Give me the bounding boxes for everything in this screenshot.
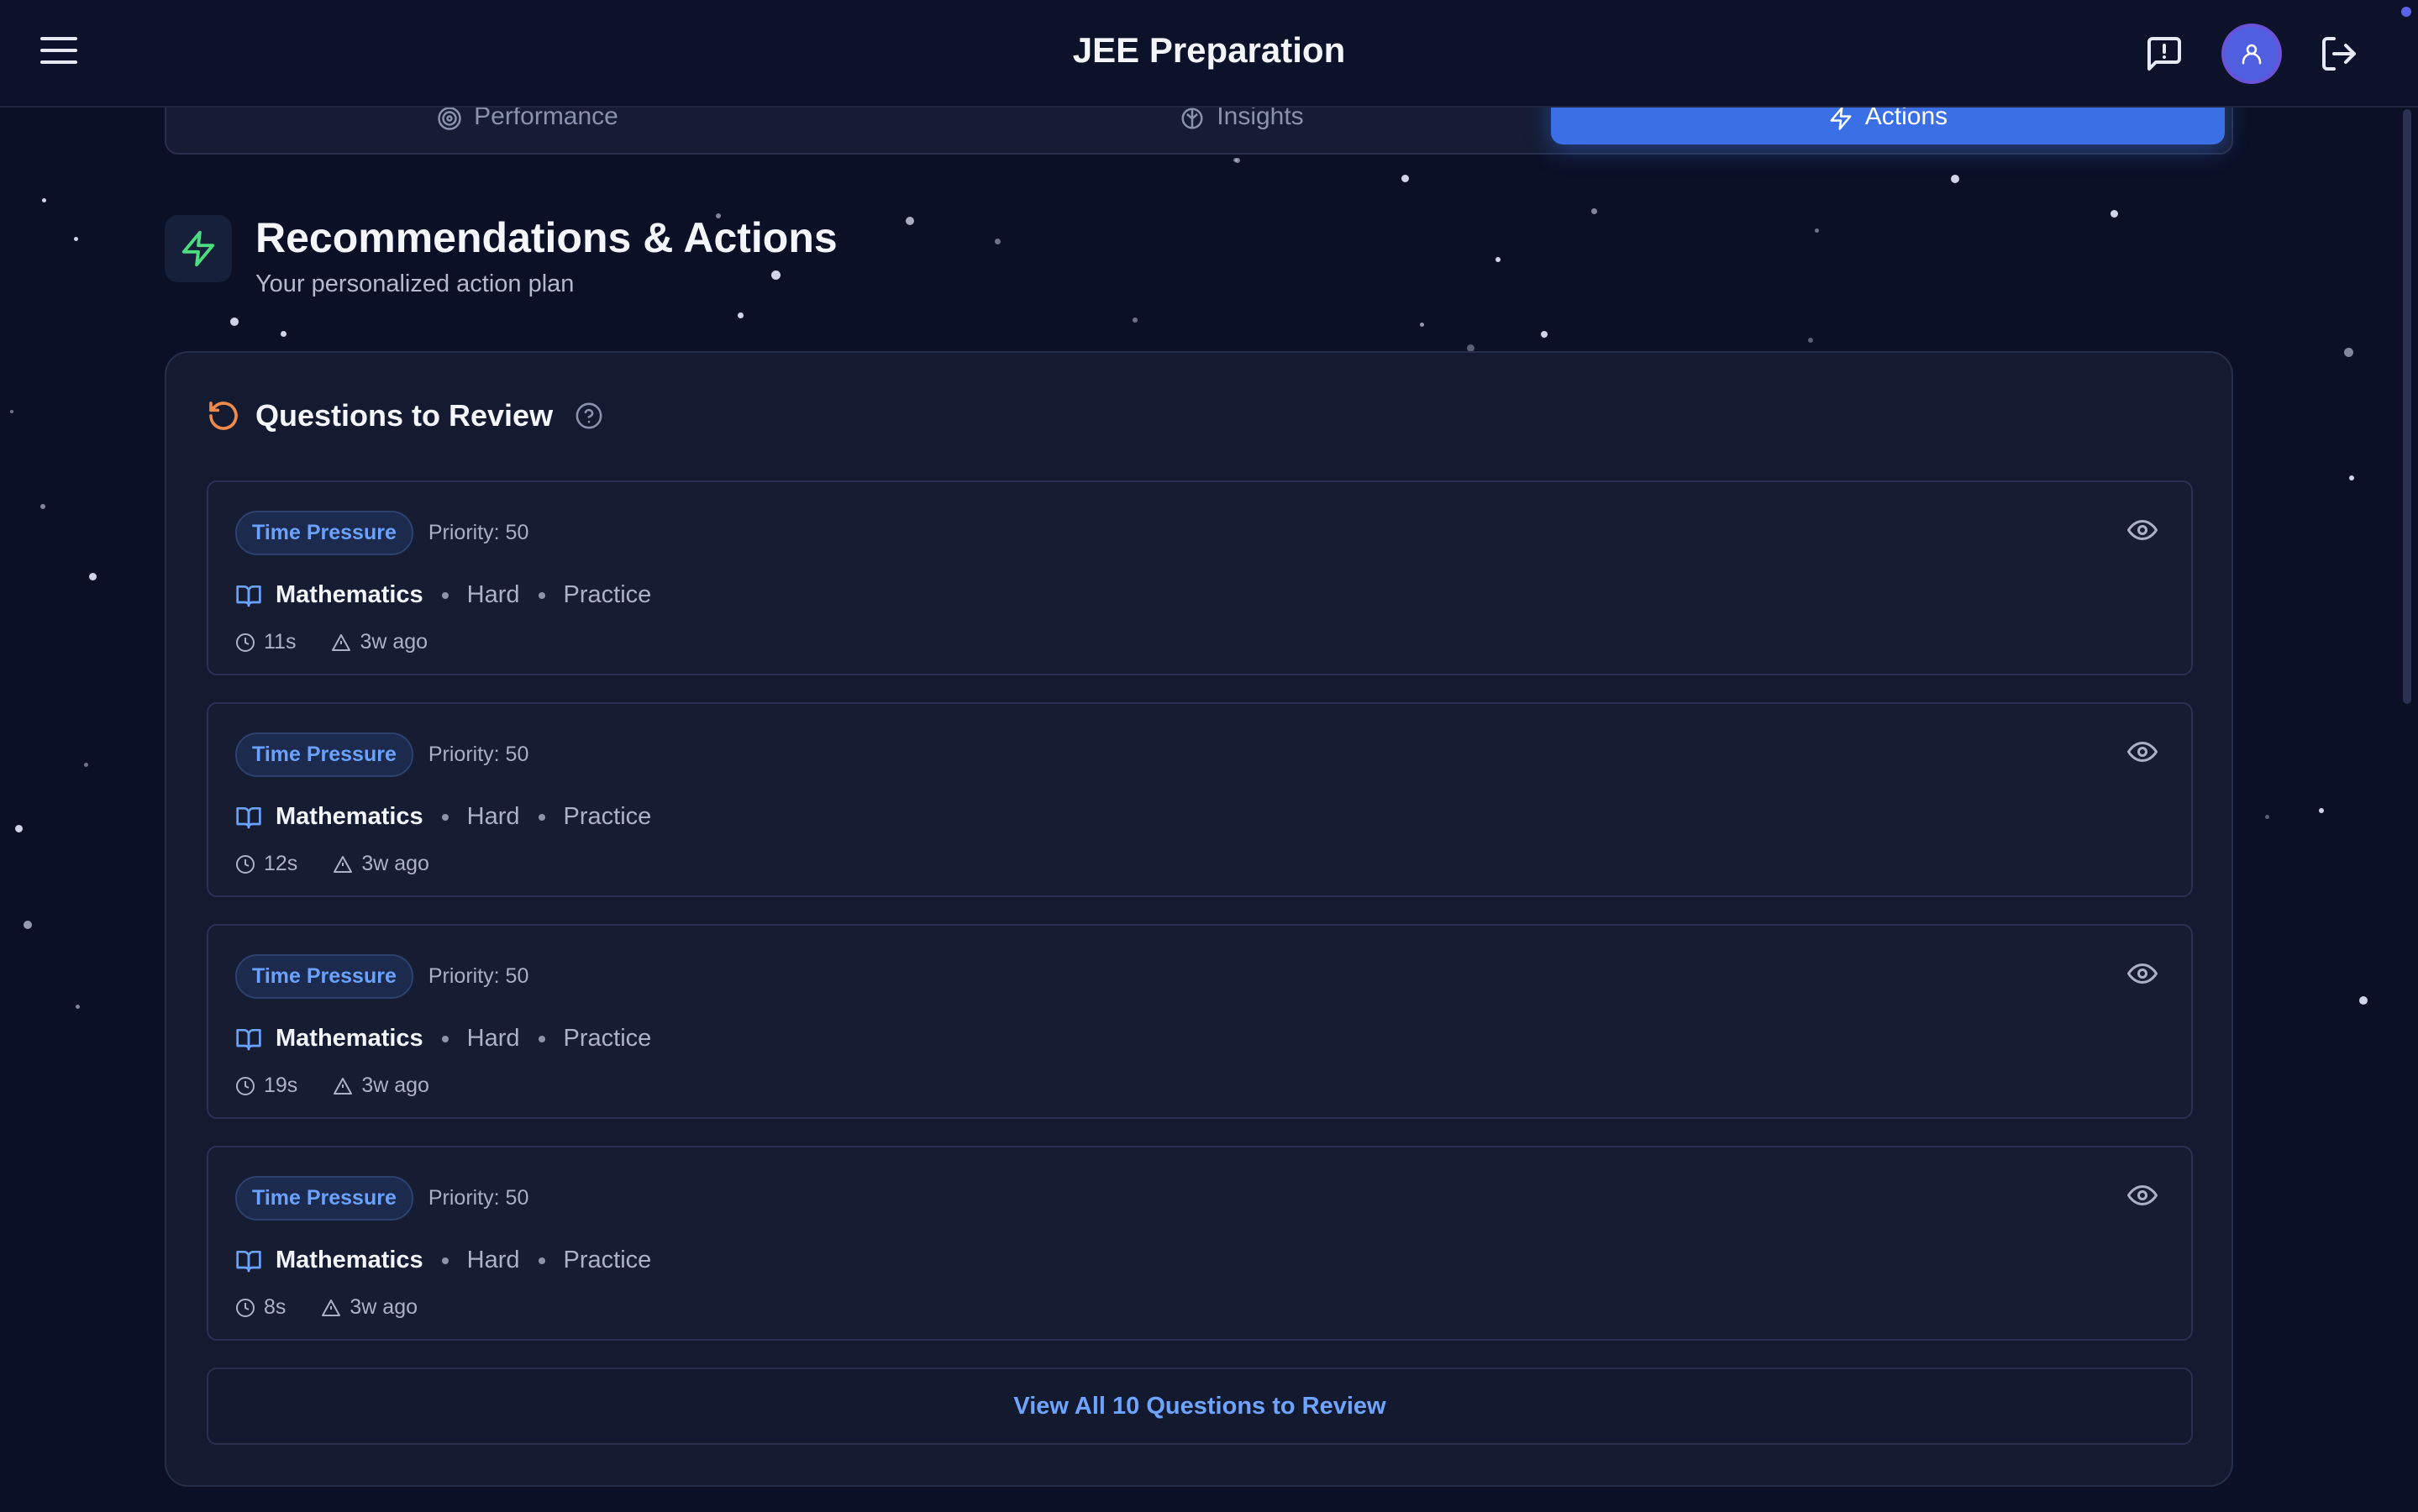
priority-label: Priority: 50 bbox=[428, 521, 529, 544]
separator-dot bbox=[441, 1035, 449, 1042]
time-ago: 3w ago bbox=[360, 630, 428, 654]
mode-label: Practice bbox=[563, 1247, 652, 1273]
difficulty-label: Hard bbox=[466, 1025, 520, 1052]
eye-icon[interactable] bbox=[2127, 739, 2158, 764]
time-spent: 12s bbox=[264, 852, 298, 875]
review-question-card[interactable]: Time Pressure Priority: 50 Mathematics H… bbox=[207, 1146, 2193, 1341]
time-pressure-badge[interactable]: Time Pressure bbox=[235, 511, 413, 555]
avatar[interactable] bbox=[2225, 27, 2279, 81]
mode-label: Practice bbox=[563, 1025, 652, 1052]
book-open-icon bbox=[236, 585, 261, 606]
subject-label: Mathematics bbox=[276, 1025, 423, 1052]
separator-dot bbox=[441, 591, 449, 599]
section-subtitle: Your personalized action plan bbox=[255, 270, 575, 297]
book-open-icon bbox=[236, 806, 261, 828]
alert-triangle-icon bbox=[322, 1299, 341, 1316]
eye-icon[interactable] bbox=[2127, 517, 2158, 543]
separator-dot bbox=[538, 591, 545, 599]
separator-dot bbox=[538, 813, 545, 821]
mode-label: Practice bbox=[563, 803, 652, 830]
target-icon bbox=[438, 107, 461, 130]
alert-triangle-icon bbox=[332, 633, 351, 651]
page-title: JEE Preparation bbox=[1072, 30, 1346, 70]
logout-icon[interactable] bbox=[2319, 34, 2359, 74]
help-circle-icon[interactable] bbox=[575, 402, 603, 430]
difficulty-label: Hard bbox=[466, 803, 520, 830]
eye-icon[interactable] bbox=[2127, 961, 2158, 986]
eye-icon[interactable] bbox=[2127, 1183, 2158, 1208]
app-header: JEE Preparation bbox=[0, 0, 2418, 108]
review-question-card[interactable]: Time Pressure Priority: 50 Mathematics H… bbox=[207, 924, 2193, 1119]
clock-icon bbox=[236, 1076, 255, 1095]
subject-label: Mathematics bbox=[276, 803, 423, 830]
separator-dot bbox=[441, 813, 449, 821]
time-spent: 11s bbox=[264, 630, 297, 654]
mode-label: Practice bbox=[563, 581, 652, 608]
separator-dot bbox=[538, 1035, 545, 1042]
section-heading: Recommendations & Actions Your personali… bbox=[165, 215, 838, 298]
message-alert-icon[interactable] bbox=[2144, 34, 2184, 74]
time-ago: 3w ago bbox=[361, 852, 429, 875]
questions-to-review-panel: Questions to Review Time Pressure Priori… bbox=[165, 351, 2233, 1487]
scrollbar-thumb[interactable] bbox=[2403, 109, 2411, 704]
time-pressure-badge[interactable]: Time Pressure bbox=[235, 1176, 413, 1221]
notification-dot bbox=[2401, 7, 2411, 17]
time-ago: 3w ago bbox=[350, 1295, 418, 1319]
clock-icon bbox=[236, 633, 255, 652]
difficulty-label: Hard bbox=[466, 581, 520, 608]
subject-label: Mathematics bbox=[276, 581, 423, 608]
clock-icon bbox=[236, 854, 255, 874]
time-spent: 8s bbox=[264, 1295, 286, 1319]
brain-icon bbox=[1181, 108, 1203, 129]
difficulty-label: Hard bbox=[466, 1247, 520, 1273]
review-question-card[interactable]: Time Pressure Priority: 50 Mathematics H… bbox=[207, 702, 2193, 897]
clock-icon bbox=[236, 1298, 255, 1317]
alert-triangle-icon bbox=[334, 1077, 353, 1095]
book-open-icon bbox=[236, 1028, 261, 1050]
time-spent: 19s bbox=[264, 1074, 298, 1097]
time-ago: 3w ago bbox=[361, 1074, 429, 1097]
rotate-ccw-icon bbox=[209, 402, 238, 430]
subject-label: Mathematics bbox=[276, 1247, 423, 1273]
view-all-questions-button[interactable]: View All 10 Questions to Review bbox=[207, 1368, 2193, 1445]
time-pressure-badge[interactable]: Time Pressure bbox=[235, 732, 413, 777]
user-icon bbox=[2242, 44, 2262, 65]
priority-label: Priority: 50 bbox=[428, 964, 529, 988]
zap-icon bbox=[165, 215, 232, 282]
section-title: Recommendations & Actions bbox=[255, 214, 838, 261]
alert-triangle-icon bbox=[334, 855, 353, 873]
panel-header: Questions to Review bbox=[207, 398, 603, 433]
priority-label: Priority: 50 bbox=[428, 743, 529, 766]
time-pressure-badge[interactable]: Time Pressure bbox=[235, 954, 413, 999]
panel-title: Questions to Review bbox=[255, 398, 554, 433]
zap-icon bbox=[1830, 107, 1852, 130]
separator-dot bbox=[441, 1257, 449, 1264]
separator-dot bbox=[538, 1257, 545, 1264]
book-open-icon bbox=[236, 1250, 261, 1272]
review-question-card[interactable]: Time Pressure Priority: 50 Mathematics H… bbox=[207, 480, 2193, 675]
priority-label: Priority: 50 bbox=[428, 1186, 529, 1210]
